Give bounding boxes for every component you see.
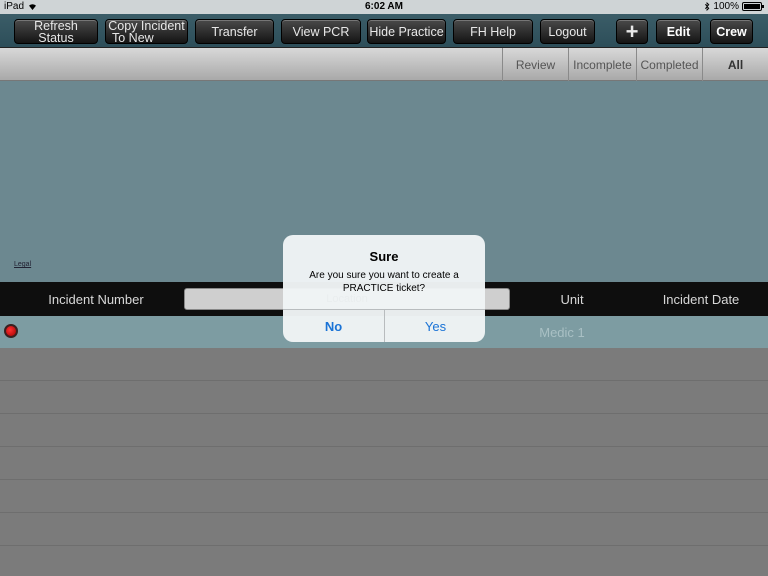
transfer-button[interactable]: Transfer [195,19,274,44]
confirm-dialog: Sure Are you sure you want to create a P… [283,235,485,342]
battery-icon [742,2,764,11]
copy-incident-label-1: Copy Incident [108,18,185,33]
copy-incident-button[interactable]: Copy Incident To New [105,19,188,44]
refresh-status-button[interactable]: Refresh Status [14,19,98,44]
copy-incident-label-2: To New [112,30,154,45]
crew-button[interactable]: Crew [710,19,753,44]
unit-header[interactable]: Unit [520,282,624,316]
row-unit: Medic 1 [539,324,585,340]
incident-date-header[interactable]: Incident Date [634,282,768,316]
battery-percent: 100% [713,1,739,12]
filter-bar: Review Incomplete Completed All [0,48,768,81]
incident-list [0,348,768,576]
logout-button[interactable]: Logout [540,19,595,44]
yes-button[interactable]: Yes [385,310,485,342]
edit-button[interactable]: Edit [656,19,701,44]
dialog-message: Are you sure you want to create a PRACTI… [293,269,475,295]
dialog-title: Sure [369,249,399,264]
main-toolbar: Refresh Status Copy Incident To New Tran… [0,14,768,48]
bluetooth-icon [705,2,710,11]
dialog-message-line-2: PRACTICE ticket? [342,283,426,294]
view-pcr-button[interactable]: View PCR [281,19,361,44]
filter-completed[interactable]: Completed [636,48,702,81]
status-dot-icon [4,324,18,338]
filter-review[interactable]: Review [502,48,568,81]
filter-all[interactable]: All [702,48,768,81]
ios-status-bar: iPad 6:02 AM 100% [0,0,768,14]
clock: 6:02 AM [365,1,403,12]
no-button[interactable]: No [283,310,384,342]
hide-practice-button[interactable]: Hide Practice [367,19,446,44]
plus-icon: + [625,18,639,44]
dialog-message-line-1: Are you sure you want to create a [309,270,459,281]
fh-help-button[interactable]: FH Help [453,19,533,44]
incident-number-header[interactable]: Incident Number [0,282,192,316]
filter-incomplete[interactable]: Incomplete [568,48,636,81]
legal-link[interactable]: Legal [14,261,31,268]
add-button[interactable]: + [616,19,648,44]
